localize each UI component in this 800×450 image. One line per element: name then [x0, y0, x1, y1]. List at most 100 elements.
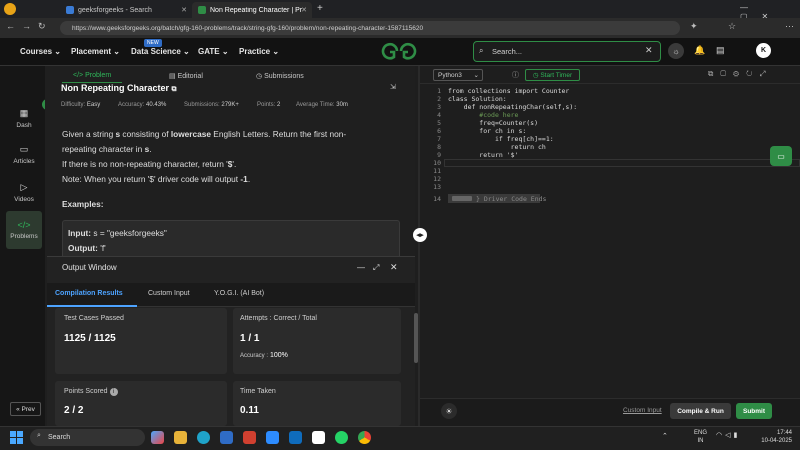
- nav-gate[interactable]: GATE ⌄: [198, 47, 229, 56]
- rail-label: Articles: [13, 158, 35, 165]
- tab-label: Problem: [85, 72, 112, 79]
- compile-run-button[interactable]: Compile & Run: [670, 403, 731, 419]
- start-timer-button[interactable]: ◷ Start Timer: [525, 69, 580, 81]
- code-line[interactable]: from collections import Counter: [448, 87, 569, 95]
- editor-tools-icons[interactable]: ⧉▢⚙↻⤢: [708, 69, 772, 79]
- app-icon[interactable]: [312, 431, 325, 444]
- avatar[interactable]: K: [756, 43, 771, 58]
- vscode-icon[interactable]: [220, 431, 233, 444]
- clear-search-icon[interactable]: ✕: [645, 45, 653, 56]
- info-icon[interactable]: ⓘ: [512, 70, 519, 80]
- windows-start-icon[interactable]: [10, 431, 23, 444]
- url-field[interactable]: https://www.geeksforgeeks.org/batch/gfg-…: [60, 21, 680, 35]
- nav-label: Practice: [239, 47, 271, 56]
- extensions-icon[interactable]: ✦: [690, 21, 698, 32]
- close-tab-icon[interactable]: ✕: [181, 6, 187, 14]
- fullscreen-icon[interactable]: ⤢: [373, 263, 379, 273]
- pane-divider[interactable]: [418, 66, 420, 426]
- settings-bulb-icon[interactable]: ☀: [441, 403, 457, 419]
- prev-button[interactable]: « Prev: [10, 402, 41, 416]
- text: 'f': [100, 243, 106, 253]
- nav-placement[interactable]: Placement ⌄: [71, 47, 120, 56]
- browser-profile-icon[interactable]: [4, 3, 16, 15]
- edge-icon[interactable]: [197, 431, 210, 444]
- wifi-volume-battery-icons[interactable]: ◠◁▮: [716, 431, 740, 439]
- attempts-value: 1 / 1: [240, 333, 260, 344]
- reload-icon[interactable]: ↻: [38, 21, 46, 32]
- line-number: 9: [437, 151, 441, 159]
- expand-icon[interactable]: ⇲: [390, 83, 396, 91]
- line-number: 4: [437, 111, 441, 119]
- new-tab-icon[interactable]: +: [317, 3, 323, 14]
- code-line[interactable]: class Solution:: [448, 95, 507, 103]
- code-line[interactable]: freq=Counter(s): [448, 119, 538, 127]
- chrome-icon[interactable]: [358, 431, 371, 444]
- theme-toggle-icon[interactable]: ☼: [668, 43, 684, 59]
- language-value: Python3: [438, 71, 462, 79]
- tab-yogi-ai[interactable]: Y.O.G.I. (AI Bot): [214, 290, 264, 297]
- meta-value: 30m: [336, 102, 348, 108]
- copy-icon[interactable]: ⧉: [172, 86, 177, 93]
- code-line[interactable]: for ch in s:: [448, 127, 526, 135]
- tab-editorial[interactable]: ▤ Editorial: [169, 72, 203, 80]
- custom-input-link[interactable]: Custom Input: [623, 407, 662, 414]
- copilot-icon[interactable]: [151, 431, 164, 444]
- notification-icon[interactable]: 🔔: [694, 45, 705, 56]
- outlook-icon[interactable]: [289, 431, 302, 444]
- lang-indicator[interactable]: ENG IN: [694, 429, 707, 445]
- chat-float-icon[interactable]: ▭: [770, 146, 792, 166]
- rail-item-articles[interactable]: ▭ Articles: [6, 138, 42, 171]
- search-input[interactable]: Search...: [473, 41, 661, 62]
- dashboard-icon: ▦: [19, 108, 29, 118]
- gfg-logo[interactable]: [381, 41, 417, 61]
- nav-practice[interactable]: Practice ⌄: [239, 47, 279, 56]
- meta-value: Easy: [86, 102, 101, 108]
- bookmark-star-icon[interactable]: ☆: [728, 21, 736, 32]
- close-tab-icon[interactable]: ✕: [301, 6, 307, 14]
- rail-item-videos[interactable]: ▷ Videos: [6, 176, 42, 209]
- minimize-icon[interactable]: —: [357, 263, 365, 272]
- code-line[interactable]: return ch: [448, 143, 546, 151]
- fold-ellipsis-icon[interactable]: [452, 196, 472, 201]
- line-number: 3: [437, 103, 441, 111]
- file-explorer-icon[interactable]: [174, 431, 187, 444]
- tab-problem[interactable]: </> Problem: [73, 72, 111, 79]
- menu-dots-icon[interactable]: ⋯: [785, 21, 794, 32]
- app-icon[interactable]: [243, 431, 256, 444]
- browser-tab-active[interactable]: Non Repeating Character | Practic ✕: [192, 2, 312, 18]
- forward-icon[interactable]: →: [22, 21, 31, 31]
- nav-data-science[interactable]: Data Science ⌄: [131, 47, 190, 56]
- language-select[interactable]: Python3 ⌄: [433, 69, 483, 81]
- close-icon[interactable]: ✕: [390, 262, 398, 273]
- nav-courses[interactable]: Courses ⌄: [20, 47, 61, 56]
- reader-icon[interactable]: ▤: [716, 45, 725, 56]
- taskbar-search[interactable]: Search: [30, 429, 145, 446]
- back-icon[interactable]: ←: [6, 21, 15, 31]
- line-number: 11: [433, 167, 441, 175]
- clock[interactable]: 17:44 10-04-2025: [756, 429, 792, 445]
- tray-chevron-icon[interactable]: ⌃: [662, 432, 668, 440]
- zoom-icon[interactable]: [266, 431, 279, 444]
- code-line[interactable]: #code here: [448, 111, 518, 119]
- drag-handle-icon[interactable]: ◂▸: [413, 228, 427, 242]
- article-icon: ▭: [19, 144, 29, 154]
- rail-item-dash[interactable]: ▦ Dash: [6, 102, 42, 135]
- tab-custom-input[interactable]: Custom Input: [148, 290, 190, 297]
- new-badge: NEW: [144, 39, 162, 47]
- browser-tab-search[interactable]: geeksforgeeks - Search ✕: [60, 2, 192, 18]
- submit-button[interactable]: Submit: [736, 403, 772, 419]
- rail-item-problems[interactable]: </> Problems: [6, 211, 42, 249]
- tab-submissions[interactable]: ◷ Submissions: [256, 72, 304, 80]
- text: consisting of: [120, 129, 171, 139]
- tab-compilation-results[interactable]: Compilation Results: [55, 290, 123, 297]
- time-text: 17:44: [776, 430, 792, 436]
- code-line[interactable]: return '$': [448, 151, 518, 159]
- prev-label: « Prev: [16, 405, 35, 413]
- video-icon: ▷: [20, 182, 28, 192]
- code-line[interactable]: def nonRepeatingChar(self,s):: [448, 103, 578, 111]
- info-icon[interactable]: i: [109, 388, 118, 396]
- time-value: 0.11: [240, 405, 259, 416]
- code-line[interactable]: if freq[ch]==1:: [448, 135, 554, 143]
- code-line[interactable]: } Driver Code Ends: [476, 195, 546, 203]
- whatsapp-icon[interactable]: [335, 431, 348, 444]
